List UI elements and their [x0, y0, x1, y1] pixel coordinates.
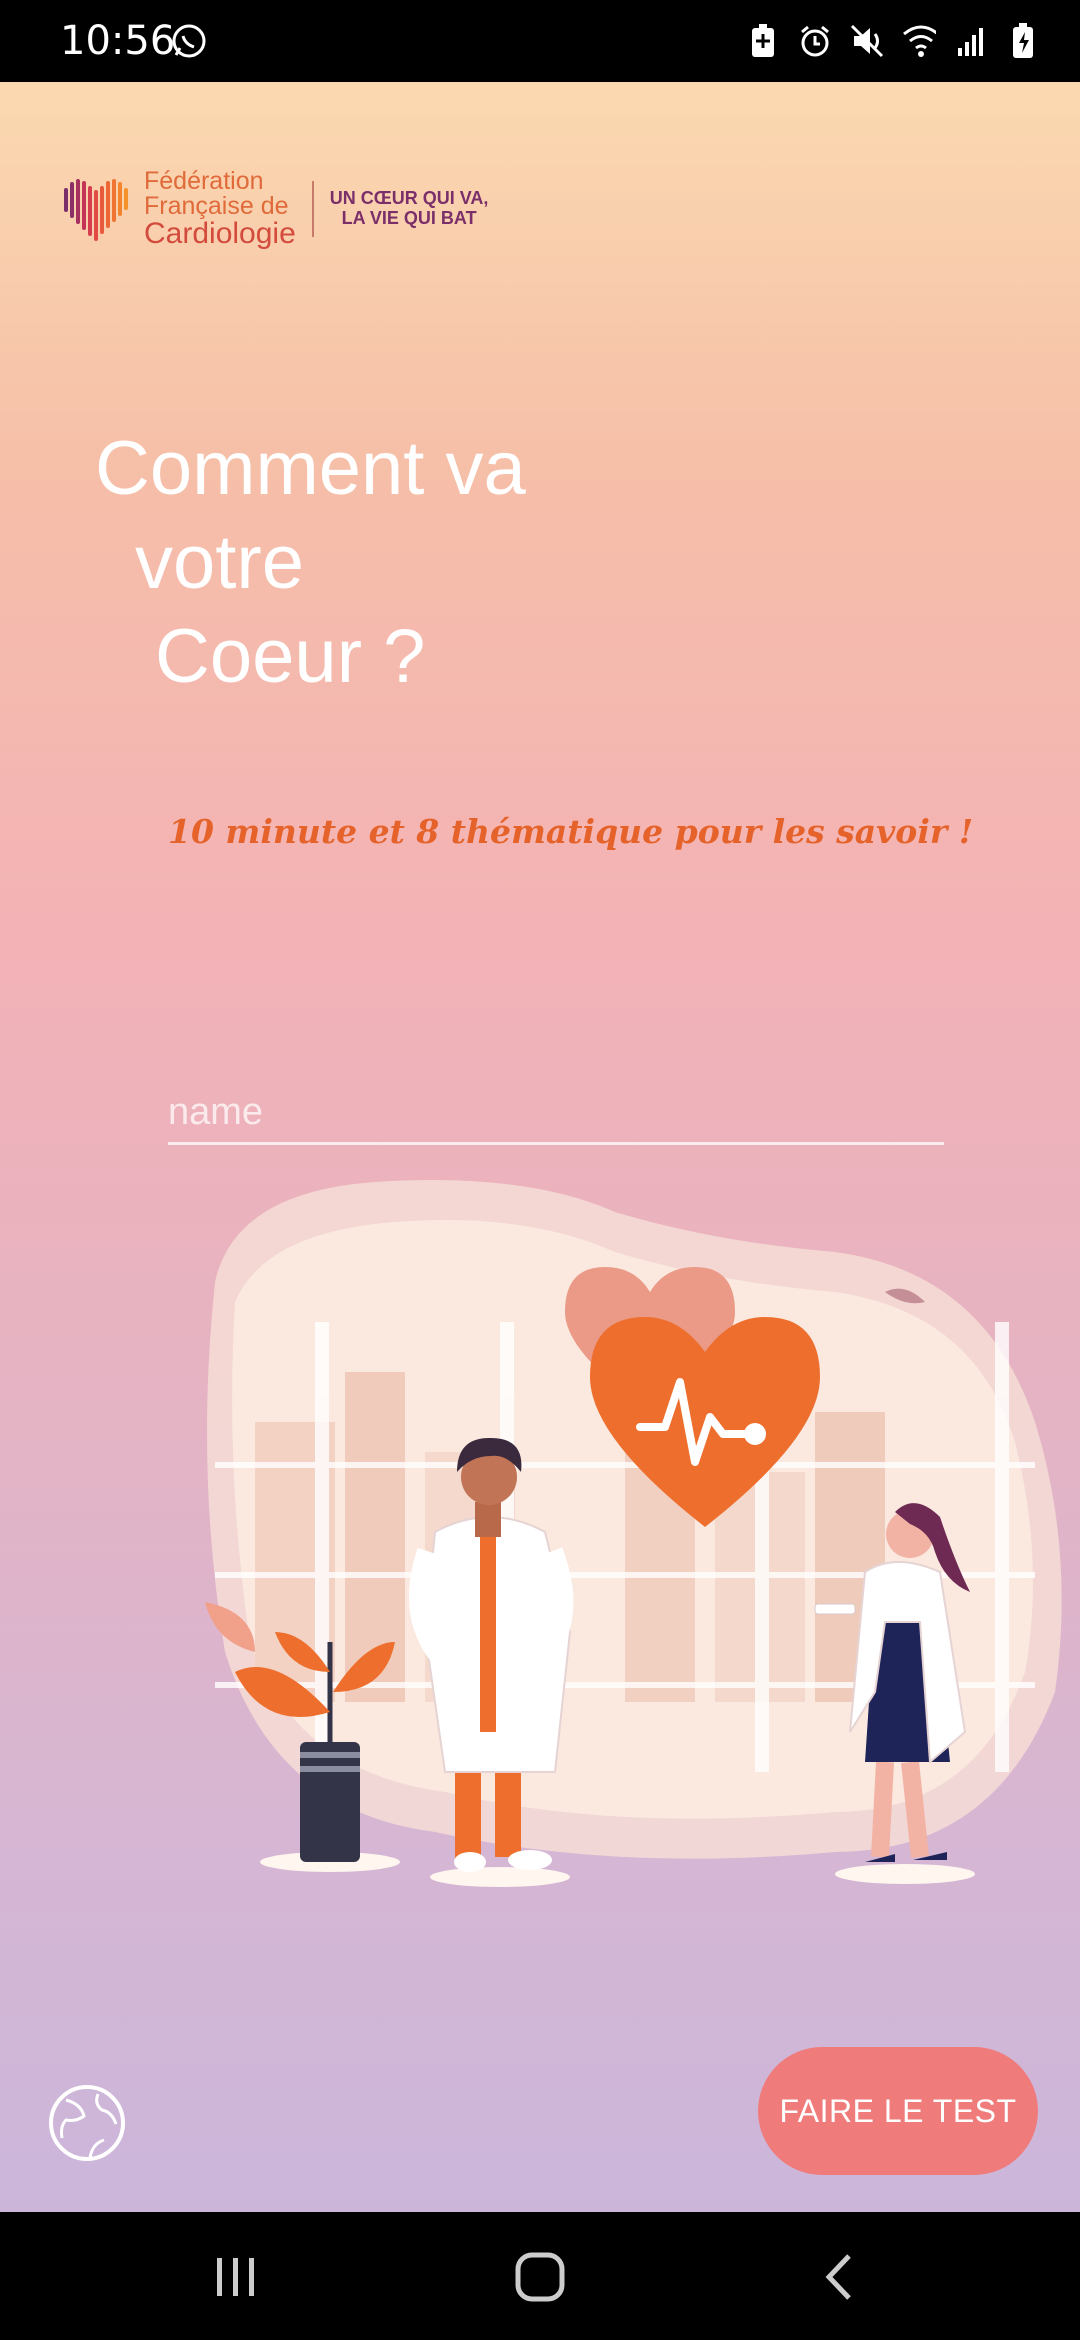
signal-icon — [954, 20, 988, 62]
heart-bars-logo-icon — [64, 179, 128, 241]
battery-saver-icon — [746, 20, 780, 62]
home-button[interactable] — [500, 2242, 580, 2312]
headline-line3: Coeur ? — [155, 614, 426, 699]
back-button[interactable] — [800, 2242, 880, 2312]
navigation-bar — [0, 2212, 1080, 2340]
headline-line1: Comment va — [95, 426, 526, 511]
mute-icon — [850, 20, 884, 62]
alarm-icon — [798, 20, 832, 62]
logo-line2: Française de — [144, 192, 289, 220]
logo-tagline: UN CŒUR QUI VA, LA VIE QUI BAT — [329, 188, 489, 229]
recents-button[interactable] — [196, 2242, 276, 2312]
status-time: 10:56 — [60, 18, 176, 64]
app-screen: Fédération Française de Cardiologie UN C… — [0, 82, 1080, 2212]
language-button[interactable] — [46, 2082, 128, 2164]
globe-icon — [49, 2085, 125, 2161]
logo-separator — [311, 181, 314, 237]
status-bar: 10:56 — [0, 0, 1080, 82]
headline-line2: votre — [135, 520, 304, 605]
back-icon — [825, 2254, 851, 2300]
recents-icon — [217, 2258, 254, 2296]
wifi-icon — [902, 20, 936, 62]
ffc-logo: Fédération Française de Cardiologie UN C… — [62, 169, 489, 249]
home-icon — [515, 2252, 565, 2302]
logo-line1: Fédération — [144, 167, 264, 195]
logo-tagline-line1: UN CŒUR QUI VA, — [329, 188, 489, 209]
subtitle: 10 minute et 8 thématique pour les savoi… — [168, 812, 974, 851]
logo-line3: Cardiologie — [144, 217, 296, 250]
name-input[interactable] — [168, 1082, 944, 1145]
doctors-heart-illustration — [205, 1180, 1062, 1887]
logo-tagline-line2: LA VIE QUI BAT — [341, 208, 477, 228]
start-test-button[interactable]: FAIRE LE TEST — [758, 2047, 1038, 2175]
headline: Comment va votre Coeur ? — [95, 422, 526, 704]
battery-charging-icon — [1006, 20, 1040, 62]
whatsapp-icon — [170, 22, 208, 65]
